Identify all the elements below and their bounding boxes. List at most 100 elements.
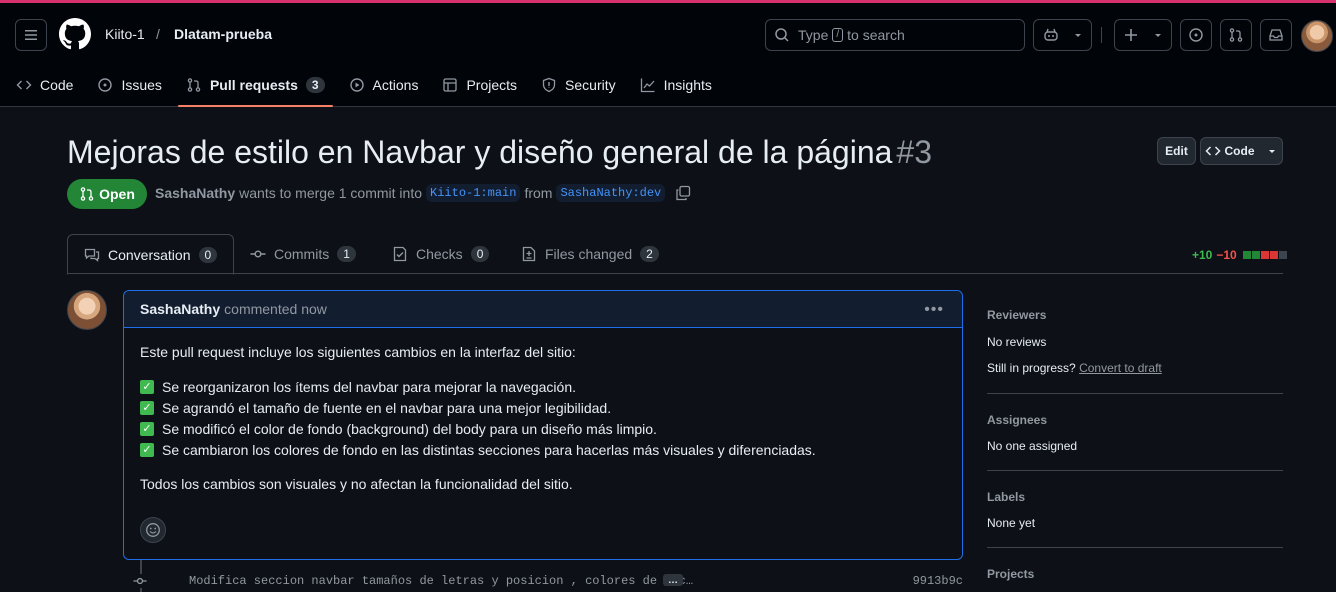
diff-stat: +10 −10 [1192, 248, 1287, 262]
header-divider [1101, 27, 1102, 43]
menu-button[interactable] [15, 19, 47, 51]
tab-files-changed[interactable]: Files changed 2 [521, 234, 659, 274]
commit-sha-link[interactable]: 9913b9c [913, 574, 963, 588]
assignees-title[interactable]: Assignees [987, 413, 1283, 427]
pr-sidebar: Reviewers No reviews Still in progress? … [987, 308, 1283, 581]
commit-expand-button[interactable]: … [663, 574, 683, 586]
convert-to-draft-link[interactable]: Convert to draft [1079, 361, 1162, 375]
commit-icon [133, 574, 147, 588]
tab-issues[interactable]: Issues [89, 65, 169, 105]
comment-outro: Todos los cambios son visuales y no afec… [140, 476, 573, 492]
pr-author-link[interactable]: SashaNathy [155, 185, 235, 201]
diffstat-neutral-block [1278, 251, 1287, 259]
reviewers-section: Reviewers No reviews Still in progress? … [987, 308, 1283, 375]
tab-projects-label: Projects [466, 77, 518, 93]
tab-insights-label: Insights [663, 77, 712, 93]
tab-security-label: Security [565, 77, 616, 93]
search-suffix: to search [847, 27, 905, 43]
head-branch[interactable]: SashaNathy:dev [556, 184, 666, 202]
tab-code[interactable]: Code [8, 65, 81, 105]
tab-projects[interactable]: Projects [434, 65, 525, 105]
search-icon [775, 28, 789, 42]
commits-count: 1 [337, 246, 356, 262]
hamburger-icon [25, 30, 37, 40]
copilot-button[interactable] [1033, 19, 1092, 51]
tab-checks[interactable]: Checks 0 [392, 234, 490, 274]
tab-commits-label: Commits [274, 246, 330, 262]
comment-body: Este pull request incluye los siguientes… [124, 328, 962, 524]
create-new-button[interactable] [1114, 19, 1172, 51]
inbox-icon [1269, 29, 1283, 41]
tab-conversation[interactable]: Conversation 0 [67, 234, 234, 275]
plus-icon [1125, 29, 1137, 41]
task-list-item: ✓ Se agrandó el tamaño de fuente en el na… [140, 397, 946, 418]
graph-icon [640, 78, 655, 93]
pull-request-icon [187, 78, 201, 92]
issues-button[interactable] [1180, 19, 1212, 51]
assignees-section: Assignees No one assigned [987, 413, 1283, 453]
tab-code-label: Code [40, 77, 74, 93]
tab-issues-label: Issues [121, 77, 162, 93]
commit-icon [250, 250, 266, 258]
reviewers-title[interactable]: Reviewers [987, 308, 1283, 322]
sidebar-divider [987, 547, 1283, 548]
tab-actions[interactable]: Actions [341, 65, 427, 105]
in-progress-text: Still in progress? [987, 361, 1076, 375]
task-text: Se reorganizaron los ítems del navbar pa… [162, 378, 577, 395]
search-input[interactable]: Type / to search [765, 19, 1025, 51]
task-list-item: ✓ Se cambiaron los colores de fondo en la… [140, 439, 946, 460]
status-badge: Open [67, 179, 147, 209]
task-text: Se cambiaron los colores de fondo en las… [162, 441, 816, 458]
inbox-button[interactable] [1260, 19, 1292, 51]
breadcrumb-repo[interactable]: Dlatam-prueba [174, 26, 272, 42]
tab-actions-label: Actions [372, 77, 419, 93]
reviewers-value: No reviews [987, 335, 1047, 349]
projects-title[interactable]: Projects [987, 567, 1283, 581]
edit-button[interactable]: Edit [1157, 137, 1196, 165]
add-reaction-button[interactable] [140, 517, 166, 543]
breadcrumb-owner[interactable]: Kiito-1 [105, 26, 145, 42]
diffstat-bar [1242, 251, 1287, 259]
checked-checkbox-icon[interactable]: ✓ [140, 442, 154, 457]
issue-icon [1189, 28, 1203, 42]
search-prefix: Type [798, 27, 829, 43]
github-logo-icon[interactable] [59, 18, 91, 50]
pr-description-comment: SashaNathy commented now ••• Este pull r… [123, 290, 963, 560]
chevron-down-icon [1268, 150, 1275, 153]
tab-checks-label: Checks [416, 246, 463, 262]
kebab-menu-icon[interactable]: ••• [924, 301, 944, 319]
chevron-down-icon [1074, 34, 1081, 37]
diffstat-add-block [1242, 251, 1251, 259]
copy-icon[interactable] [675, 185, 691, 201]
checks-count: 0 [470, 246, 490, 262]
checked-checkbox-icon[interactable]: ✓ [140, 421, 154, 436]
tab-insights[interactable]: Insights [632, 65, 720, 105]
tab-commits[interactable]: Commits 1 [250, 234, 356, 274]
comment-author[interactable]: SashaNathy [140, 301, 220, 317]
copilot-icon [1043, 28, 1058, 41]
user-avatar[interactable] [1301, 20, 1333, 52]
file-diff-icon [522, 246, 536, 262]
issue-icon [98, 78, 113, 92]
tab-security[interactable]: Security [533, 65, 624, 105]
commit-message-link[interactable]: Modifica seccion navbar tamaños de letra… [189, 574, 693, 588]
code-dropdown-button[interactable]: Code [1200, 137, 1283, 165]
base-branch[interactable]: Kiito-1:main [426, 184, 521, 202]
checked-checkbox-icon[interactable]: ✓ [140, 379, 154, 394]
checked-checkbox-icon[interactable]: ✓ [140, 400, 154, 415]
chevron-down-icon [1155, 34, 1161, 37]
pull-requests-button[interactable] [1220, 19, 1252, 51]
projects-section: Projects [987, 567, 1283, 581]
timeline-commit: Modifica seccion navbar tamaños de letra… [133, 573, 963, 589]
labels-section: Labels None yet [987, 490, 1283, 530]
tab-pull-requests-label: Pull requests [209, 77, 298, 93]
tab-files-changed-label: Files changed [545, 246, 633, 262]
tab-pull-requests[interactable]: Pull requests 3 [177, 65, 333, 107]
shield-icon [542, 77, 556, 93]
tab-conversation-label: Conversation [108, 246, 191, 263]
task-text: Se modificó el color de fondo (backgroun… [162, 420, 657, 437]
comment-intro: Este pull request incluye los siguientes… [140, 344, 576, 360]
labels-title[interactable]: Labels [987, 490, 1283, 504]
comment-author-avatar[interactable] [67, 290, 107, 330]
task-text: Se agrandó el tamaño de fuente en el nav… [162, 399, 612, 416]
